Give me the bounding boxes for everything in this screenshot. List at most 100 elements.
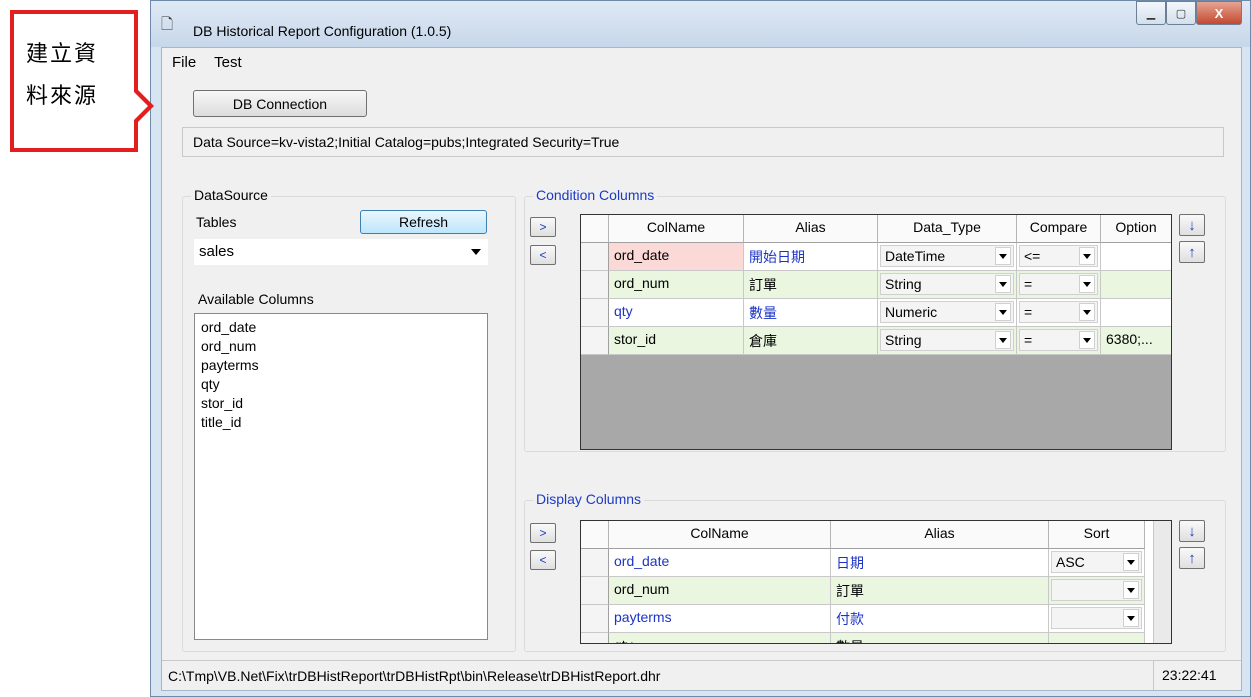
chevron-down-icon[interactable]	[1079, 275, 1095, 293]
chevron-down-icon[interactable]	[1079, 247, 1095, 265]
cell-sort[interactable]	[1049, 633, 1145, 643]
data-type-select[interactable]: Numeric	[880, 301, 1014, 323]
cell-compare[interactable]: =	[1017, 299, 1101, 327]
table-row[interactable]: ord_date 開始日期 DateTime <=	[581, 243, 1171, 271]
cell-compare[interactable]: =	[1017, 327, 1101, 355]
close-button[interactable]: X	[1196, 1, 1242, 25]
cell-data-type[interactable]: String	[878, 327, 1017, 355]
condition-move-down-button[interactable]: ↓	[1179, 214, 1205, 236]
cell-compare[interactable]: <=	[1017, 243, 1101, 271]
list-item[interactable]: title_id	[201, 413, 481, 432]
chevron-down-icon[interactable]	[1123, 553, 1139, 571]
display-move-down-button[interactable]: ↓	[1179, 520, 1205, 542]
cell-alias[interactable]: 數量	[831, 633, 1049, 643]
available-columns-list[interactable]: ord_date ord_num payterms qty stor_id ti…	[194, 313, 488, 640]
sort-select[interactable]: ASC	[1051, 551, 1142, 573]
cell-sort[interactable]	[1049, 577, 1145, 605]
cell-colname[interactable]: ord_date	[609, 549, 831, 577]
cell-data-type[interactable]: DateTime	[878, 243, 1017, 271]
condition-columns-grid[interactable]: ColName Alias Data_Type Compare Option o…	[580, 214, 1172, 450]
table-row[interactable]: ord_num 訂單 String =	[581, 271, 1171, 299]
tables-select[interactable]: sales	[194, 239, 488, 265]
app-icon: 🗋	[161, 16, 174, 33]
cell-option[interactable]	[1101, 271, 1171, 299]
cell-sort[interactable]	[1049, 605, 1145, 633]
sort-select[interactable]	[1051, 579, 1142, 601]
chevron-down-icon[interactable]	[995, 247, 1011, 265]
maximize-button[interactable]: ▢	[1166, 1, 1196, 25]
cell-colname[interactable]: stor_id	[609, 327, 744, 355]
data-type-select[interactable]: String	[880, 329, 1014, 351]
db-connection-button[interactable]: DB Connection	[193, 90, 367, 117]
display-add-button[interactable]: >	[530, 523, 556, 543]
cell-option[interactable]	[1101, 299, 1171, 327]
vertical-scrollbar[interactable]	[1153, 521, 1171, 643]
refresh-button[interactable]: Refresh	[360, 210, 487, 234]
cell-data-type[interactable]: String	[878, 271, 1017, 299]
table-row[interactable]: stor_id 倉庫 String = 6380;...	[581, 327, 1171, 355]
chevron-down-icon[interactable]	[995, 331, 1011, 349]
list-item[interactable]: ord_num	[201, 337, 481, 356]
condition-add-button[interactable]: >	[530, 217, 556, 237]
chevron-down-icon[interactable]	[1079, 331, 1095, 349]
chevron-down-icon[interactable]	[1123, 609, 1139, 627]
list-item[interactable]: ord_date	[201, 318, 481, 337]
menu-test[interactable]: Test	[214, 54, 242, 71]
condition-move-up-button[interactable]: ↑	[1179, 241, 1205, 263]
cell-alias[interactable]: 開始日期	[744, 243, 878, 271]
header-alias[interactable]: Alias	[831, 521, 1049, 549]
header-option[interactable]: Option	[1101, 215, 1171, 243]
menu-file[interactable]: File	[172, 54, 196, 71]
cell-option[interactable]: 6380;...	[1101, 327, 1171, 355]
header-data-type[interactable]: Data_Type	[878, 215, 1017, 243]
cell-alias[interactable]: 訂單	[831, 577, 1049, 605]
cell-colname[interactable]: ord_num	[609, 577, 831, 605]
row-header	[581, 243, 609, 271]
cell-alias[interactable]: 日期	[831, 549, 1049, 577]
tables-select-value: sales	[199, 243, 235, 260]
chevron-down-icon[interactable]	[1123, 581, 1139, 599]
cell-sort[interactable]: ASC	[1049, 549, 1145, 577]
list-item[interactable]: qty	[201, 375, 481, 394]
list-item[interactable]: payterms	[201, 356, 481, 375]
cell-alias[interactable]: 倉庫	[744, 327, 878, 355]
cell-colname[interactable]: qty	[609, 299, 744, 327]
cell-alias[interactable]: 數量	[744, 299, 878, 327]
cell-option[interactable]	[1101, 243, 1171, 271]
condition-remove-button[interactable]: <	[530, 245, 556, 265]
cell-compare[interactable]: =	[1017, 271, 1101, 299]
table-row[interactable]: ord_num 訂單	[581, 577, 1145, 605]
minimize-button[interactable]: ▁	[1136, 1, 1166, 25]
cell-colname[interactable]: qty	[609, 633, 831, 643]
row-header	[581, 299, 609, 327]
chevron-down-icon[interactable]	[995, 303, 1011, 321]
cell-data-type[interactable]: Numeric	[878, 299, 1017, 327]
display-columns-grid[interactable]: ColName Alias Sort ord_date 日期 ASC ord_n…	[580, 520, 1172, 644]
compare-select[interactable]: =	[1019, 301, 1098, 323]
compare-select[interactable]: =	[1019, 273, 1098, 295]
data-type-select[interactable]: DateTime	[880, 245, 1014, 267]
compare-select[interactable]: =	[1019, 329, 1098, 351]
data-type-select[interactable]: String	[880, 273, 1014, 295]
display-move-up-button[interactable]: ↑	[1179, 547, 1205, 569]
table-row[interactable]: payterms 付款	[581, 605, 1145, 633]
cell-alias[interactable]: 訂單	[744, 271, 878, 299]
cell-alias[interactable]: 付款	[831, 605, 1049, 633]
header-alias[interactable]: Alias	[744, 215, 878, 243]
chevron-down-icon[interactable]	[995, 275, 1011, 293]
display-remove-button[interactable]: <	[530, 550, 556, 570]
sort-select[interactable]	[1051, 607, 1142, 629]
header-compare[interactable]: Compare	[1017, 215, 1101, 243]
header-colname[interactable]: ColName	[609, 521, 831, 549]
table-row[interactable]: qty 數量 Numeric =	[581, 299, 1171, 327]
chevron-down-icon[interactable]	[1079, 303, 1095, 321]
cell-colname[interactable]: ord_date	[609, 243, 744, 271]
list-item[interactable]: stor_id	[201, 394, 481, 413]
header-colname[interactable]: ColName	[609, 215, 744, 243]
cell-colname[interactable]: payterms	[609, 605, 831, 633]
compare-select[interactable]: <=	[1019, 245, 1098, 267]
table-row[interactable]: ord_date 日期 ASC	[581, 549, 1145, 577]
cell-colname[interactable]: ord_num	[609, 271, 744, 299]
header-sort[interactable]: Sort	[1049, 521, 1145, 549]
table-row[interactable]: qty 數量	[581, 633, 1145, 643]
